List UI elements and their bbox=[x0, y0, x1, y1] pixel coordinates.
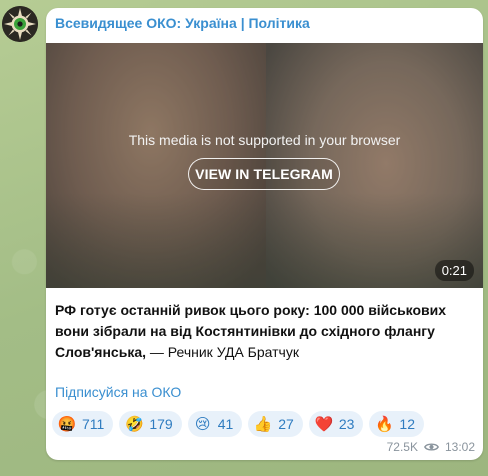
message-time: 13:02 bbox=[444, 440, 475, 454]
view-count: 72.5K bbox=[386, 440, 418, 454]
channel-avatar[interactable] bbox=[2, 6, 38, 42]
angry-face-icon: 🤬 bbox=[57, 415, 77, 433]
video-duration: 0:21 bbox=[434, 260, 474, 281]
unsupported-media-text: This media is not supported in your brow… bbox=[128, 132, 401, 148]
reaction-count: 12 bbox=[399, 416, 415, 432]
message-meta: 72.5K 13:02 bbox=[387, 440, 475, 454]
post-attribution: — Речник УДА Братчук bbox=[146, 344, 299, 360]
video-media[interactable]: This media is not supported in your brow… bbox=[46, 43, 483, 288]
reaction-heart[interactable]: ❤️ 23 bbox=[308, 411, 364, 437]
post-text: РФ готує останній ривок цього року: 100 … bbox=[55, 300, 480, 363]
eye-icon bbox=[423, 443, 439, 451]
reaction-laughing[interactable]: 🤣 179 bbox=[119, 411, 182, 437]
laughing-face-icon: 🤣 bbox=[124, 415, 144, 433]
view-in-telegram-button[interactable]: VIEW IN TELEGRAM bbox=[188, 158, 340, 190]
message-bubble: Всевидящее ОКО: Україна | Політика This … bbox=[46, 8, 483, 460]
heart-icon: ❤️ bbox=[314, 415, 334, 433]
fire-icon: 🔥 bbox=[375, 415, 394, 433]
reaction-count: 711 bbox=[82, 416, 105, 432]
channel-name[interactable]: Всевидящее ОКО: Україна | Політика bbox=[55, 15, 310, 31]
reaction-count: 179 bbox=[149, 416, 173, 432]
reaction-fire[interactable]: 🔥 12 bbox=[369, 411, 424, 437]
eye-emblem-icon bbox=[2, 6, 38, 42]
reaction-count: 41 bbox=[217, 416, 234, 432]
reaction-angry[interactable]: 🤬 711 bbox=[52, 411, 114, 437]
subscribe-link[interactable]: Підписуйся на ОКО bbox=[55, 384, 181, 400]
thumbs-up-icon: 👍 bbox=[253, 415, 273, 433]
reactions-bar: 🤬 711 🤣 179 😢 41 👍 27 ❤️ 23 🔥 12 bbox=[52, 411, 424, 437]
reaction-crying[interactable]: 😢 41 bbox=[187, 411, 243, 437]
crying-face-icon: 😢 bbox=[194, 415, 211, 433]
reaction-count: 23 bbox=[338, 416, 355, 432]
reaction-thumbs-up[interactable]: 👍 27 bbox=[248, 411, 303, 437]
reaction-count: 27 bbox=[278, 416, 294, 432]
